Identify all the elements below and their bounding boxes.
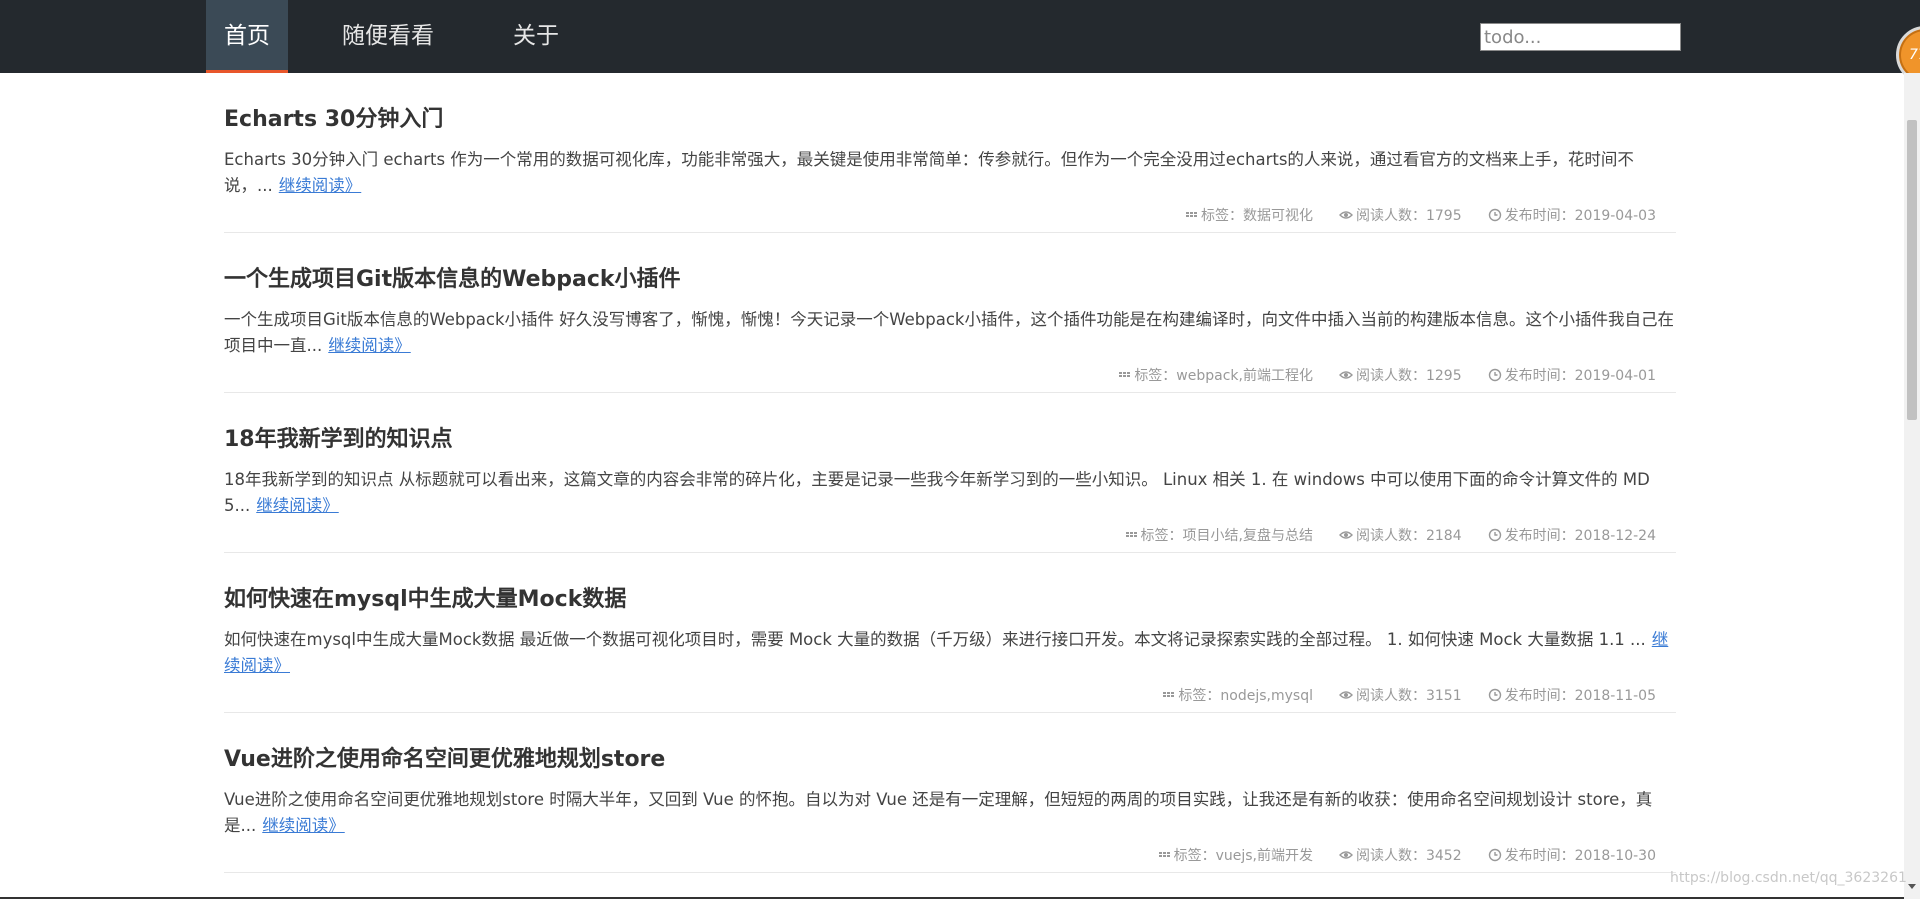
tags-text: 标签：数据可视化 [1200,208,1313,224]
excerpt-text: 如何快速在mysql中生成大量Mock数据 最近做一个数据可视化项目时，需要 M… [224,630,1646,649]
excerpt-text: Vue进阶之使用命名空间更优雅地规划store 时隔大半年，又回到 Vue 的怀… [224,790,1653,835]
clock-icon [1488,528,1501,542]
post-excerpt: 一个生成项目Git版本信息的Webpack小插件 好久没写博客了，惭愧，惭愧！今… [224,307,1676,359]
tags-text: 标签：nodejs,mysql [1178,688,1313,704]
post-meta: 标签：项目小结,复盘与总结 阅读人数：2184 发布时间：2018-12-24 [1124,525,1656,545]
date-text: 发布时间：2018-12-24 [1504,528,1656,544]
views-text: 阅读人数：3151 [1355,688,1462,704]
grid-icon [1163,692,1175,697]
post-title[interactable]: Vue进阶之使用命名空间更优雅地规划store [224,741,665,773]
post-tags: 标签：nodejs,mysql [1161,685,1313,705]
date-text: 发布时间：2019-04-03 [1504,208,1656,224]
views-text: 阅读人数：2184 [1355,528,1462,544]
post-meta: 标签：nodejs,mysql 阅读人数：3151 发布时间：2018-11-0… [1161,685,1656,705]
views-text: 阅读人数：1795 [1355,208,1462,224]
post-views: 阅读人数：3151 [1338,685,1462,705]
scrollbar-thumb[interactable] [1907,120,1917,420]
post-tags: 标签：vuejs,前端开发 [1157,845,1313,865]
post-excerpt: Echarts 30分钟入门 echarts 作为一个常用的数据可视化库，功能非… [224,147,1676,199]
clock-icon [1488,208,1501,222]
eye-icon [1338,851,1353,859]
post-excerpt: 如何快速在mysql中生成大量Mock数据 最近做一个数据可视化项目时，需要 M… [224,627,1676,679]
post-item: 18年我新学到的知识点 18年我新学到的知识点 从标题就可以看出来，这篇文章的内… [224,393,1676,553]
excerpt-text: 18年我新学到的知识点 从标题就可以看出来，这篇文章的内容会非常的碎片化，主要是… [224,470,1650,515]
post-item: Vue进阶之使用命名空间更优雅地规划store Vue进阶之使用命名空间更优雅地… [224,713,1676,873]
post-excerpt: 18年我新学到的知识点 从标题就可以看出来，这篇文章的内容会非常的碎片化，主要是… [224,467,1676,519]
post-item: 如何快速在mysql中生成大量Mock数据 如何快速在mysql中生成大量Moc… [224,553,1676,713]
tags-text: 标签：webpack,前端工程化 [1134,368,1313,384]
date-text: 发布时间：2018-10-30 [1504,848,1656,864]
post-item: Echarts 30分钟入门 Echarts 30分钟入门 echarts 作为… [224,73,1676,233]
date-text: 发布时间：2019-04-01 [1504,368,1656,384]
post-title[interactable]: 18年我新学到的知识点 [224,421,453,453]
views-text: 阅读人数：1295 [1355,368,1462,384]
nav-item-browse[interactable]: 随便看看 [288,0,488,73]
post-title[interactable]: 如何快速在mysql中生成大量Mock数据 [224,581,626,613]
read-more-link[interactable]: 继续阅读》 [256,496,339,515]
tags-text: 标签：项目小结,复盘与总结 [1140,528,1313,544]
clock-icon [1488,368,1501,382]
post-date: 发布时间：2018-10-30 [1488,845,1656,865]
post-date: 发布时间：2019-04-03 [1488,205,1656,225]
post-meta: 标签：webpack,前端工程化 阅读人数：1295 发布时间：2019-04-… [1117,365,1656,385]
nav-item-home[interactable]: 首页 [206,0,288,73]
eye-icon [1338,691,1353,699]
post-views: 阅读人数：3452 [1338,845,1462,865]
post-meta: 标签：数据可视化 阅读人数：1795 发布时间：2019-04-03 [1184,205,1656,225]
date-text: 发布时间：2018-11-05 [1504,688,1656,704]
grid-icon [1185,212,1197,217]
post-meta: 标签：vuejs,前端开发 阅读人数：3452 发布时间：2018-10-30 [1157,845,1656,865]
eye-icon [1338,371,1353,379]
tags-text: 标签：vuejs,前端开发 [1173,848,1313,864]
post-date: 发布时间：2018-11-05 [1488,685,1656,705]
post-views: 阅读人数：1295 [1338,365,1462,385]
post-title[interactable]: 一个生成项目Git版本信息的Webpack小插件 [224,261,681,293]
main-nav: 首页 随便看看 关于 [206,0,584,73]
read-more-link[interactable]: 继续阅读》 [279,176,362,195]
grid-icon [1119,372,1131,377]
post-date: 发布时间：2018-12-24 [1488,525,1656,545]
excerpt-text: Echarts 30分钟入门 echarts 作为一个常用的数据可视化库，功能非… [224,150,1634,195]
post-tags: 标签：数据可视化 [1184,205,1313,225]
views-text: 阅读人数：3452 [1355,848,1462,864]
top-navbar: 首页 随便看看 关于 [0,0,1920,73]
excerpt-text: 一个生成项目Git版本信息的Webpack小插件 好久没写博客了，惭愧，惭愧！今… [224,310,1674,355]
eye-icon [1338,531,1353,539]
post-item: 一个生成项目Git版本信息的Webpack小插件 一个生成项目Git版本信息的W… [224,233,1676,393]
read-more-link[interactable]: 继续阅读》 [262,816,345,835]
scroll-down-arrow-icon[interactable] [1908,884,1916,889]
post-tags: 标签：webpack,前端工程化 [1117,365,1313,385]
post-tags: 标签：项目小结,复盘与总结 [1124,525,1313,545]
read-more-link[interactable]: 继续阅读》 [328,336,411,355]
grid-icon [1125,532,1137,537]
post-views: 阅读人数：2184 [1338,525,1462,545]
post-views: 阅读人数：1795 [1338,205,1462,225]
post-excerpt: Vue进阶之使用命名空间更优雅地规划store 时隔大半年，又回到 Vue 的怀… [224,787,1676,839]
eye-icon [1338,211,1353,219]
post-title[interactable]: Echarts 30分钟入门 [224,101,443,133]
nav-item-about[interactable]: 关于 [488,0,584,73]
search-input[interactable] [1480,23,1681,51]
post-list: Echarts 30分钟入门 Echarts 30分钟入门 echarts 作为… [224,73,1676,873]
grid-icon [1158,852,1170,857]
clock-icon [1488,848,1501,862]
post-date: 发布时间：2019-04-01 [1488,365,1656,385]
watermark-text: https://blog.csdn.net/qq_3623261 [1670,870,1907,886]
clock-icon [1488,688,1501,702]
